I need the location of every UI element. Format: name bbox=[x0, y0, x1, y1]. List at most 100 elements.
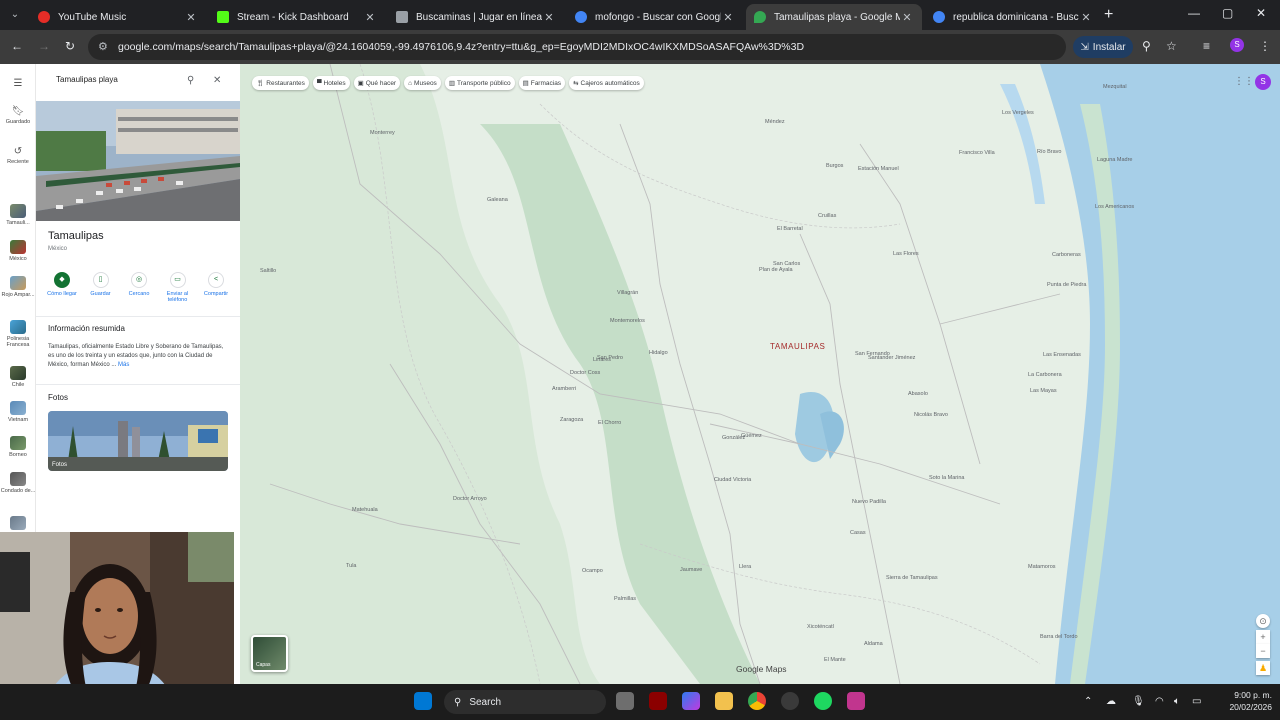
map-place-label[interactable]: Río Bravo bbox=[1037, 149, 1061, 155]
chip-museums[interactable]: ⌂ Museos bbox=[404, 76, 441, 90]
directions-button[interactable]: ◆ Cómo llegar bbox=[44, 272, 80, 312]
copilot-icon[interactable] bbox=[682, 692, 700, 710]
recent-place[interactable]: Polinesia Francesa bbox=[0, 320, 36, 348]
map-place-label[interactable]: Matamoros bbox=[1028, 564, 1056, 570]
map-place-label[interactable]: La Carbonera bbox=[1028, 372, 1062, 378]
chrome-icon[interactable] bbox=[748, 692, 766, 710]
map-place-label[interactable]: Palmillas bbox=[614, 596, 636, 602]
task-view-icon[interactable] bbox=[616, 692, 634, 710]
map-place-label[interactable]: Burgos bbox=[826, 163, 843, 169]
back-icon[interactable]: ← bbox=[11, 39, 23, 53]
chip-pharmacies[interactable]: ▤ Farmacias bbox=[518, 76, 566, 90]
map-place-label[interactable]: Hidalgo bbox=[649, 350, 668, 356]
chip-restaurants[interactable]: 🍴︎ Restaurantes bbox=[252, 76, 309, 90]
map-place-label[interactable]: Nicolás Bravo bbox=[914, 412, 948, 418]
close-tab-icon[interactable]: ✕ bbox=[184, 11, 198, 24]
recent-place[interactable]: Chile bbox=[0, 366, 36, 388]
map-place-label[interactable]: Aldama bbox=[864, 641, 883, 647]
windows-start-icon[interactable] bbox=[414, 692, 432, 710]
taskbar-search[interactable]: ⚲ Search bbox=[444, 690, 606, 714]
recent-place[interactable]: México bbox=[0, 240, 36, 262]
recent-place[interactable]: Condado de... bbox=[0, 472, 36, 494]
search-input[interactable] bbox=[56, 75, 176, 84]
recent-place[interactable]: Tamauli... bbox=[0, 204, 36, 226]
account-avatar[interactable]: S bbox=[1255, 74, 1271, 90]
onedrive-icon[interactable]: ☁ bbox=[1106, 696, 1116, 707]
illustrator-icon[interactable] bbox=[649, 692, 667, 710]
new-tab-icon[interactable]: + bbox=[1104, 6, 1113, 24]
chip-atms[interactable]: ⇆ Cajeros automáticos bbox=[569, 76, 644, 90]
map-place-label[interactable]: Santander Jiménez bbox=[868, 355, 915, 361]
install-app-button[interactable]: ⇲ Instalar bbox=[1073, 36, 1133, 58]
map-place-label[interactable]: Estación Manuel bbox=[858, 166, 899, 172]
forward-icon[interactable]: → bbox=[38, 39, 50, 53]
recent-place[interactable]: Borneo bbox=[0, 436, 36, 458]
map-place-label[interactable]: Ciudad Victoria bbox=[714, 477, 751, 483]
map-place-label[interactable]: Zaragoza bbox=[560, 417, 583, 423]
map-place-label[interactable]: San Pedro bbox=[597, 355, 623, 361]
rail-recent[interactable]: ↺ Reciente bbox=[0, 146, 36, 165]
reload-icon[interactable]: ↻ bbox=[65, 39, 75, 53]
map-place-label[interactable]: Aramberri bbox=[552, 386, 576, 392]
volume-icon[interactable]: 🔈︎ bbox=[1174, 696, 1180, 707]
tray-overflow-icon[interactable]: ⌃ bbox=[1084, 696, 1092, 707]
share-button[interactable]: < Compartir bbox=[198, 272, 234, 312]
profile-avatar[interactable]: S bbox=[1230, 38, 1244, 52]
map-place-label[interactable]: Galeana bbox=[487, 197, 508, 203]
menu-button[interactable]: ☰ bbox=[0, 78, 36, 91]
apps-grid-icon[interactable]: ⋮⋮ bbox=[1234, 76, 1254, 87]
map-place-label[interactable]: Laguna Madre bbox=[1097, 157, 1132, 163]
url-text[interactable]: google.com/maps/search/Tamaulipas+playa/… bbox=[118, 41, 804, 53]
tab-search-icon[interactable]: ⌄ bbox=[6, 6, 24, 24]
layers-button[interactable]: Capas bbox=[251, 635, 288, 672]
close-tab-icon[interactable]: ✕ bbox=[721, 11, 735, 24]
map-place-label[interactable]: Abasolo bbox=[908, 391, 928, 397]
map-place-label[interactable]: El Barretal bbox=[777, 226, 803, 232]
my-location-icon[interactable]: ⊙ bbox=[1256, 614, 1270, 628]
map-place-label[interactable]: Las Ensenadas bbox=[1043, 352, 1081, 358]
close-tab-icon[interactable]: ✕ bbox=[363, 11, 377, 24]
battery-icon[interactable]: ▭ bbox=[1192, 696, 1201, 707]
close-window-icon[interactable]: ✕ bbox=[1256, 6, 1266, 20]
tab-youtube-music[interactable]: YouTube Music ✕ bbox=[30, 4, 206, 30]
microphone-icon[interactable]: 🎙︎ bbox=[1132, 696, 1145, 707]
tab-buscaminas[interactable]: Buscaminas | Jugar en línea gra ✕ bbox=[388, 4, 564, 30]
map-place-label[interactable]: Soto la Marina bbox=[929, 475, 964, 481]
map-place-label[interactable]: Sierra de Tamaulipas bbox=[886, 575, 938, 581]
chip-things-to-do[interactable]: ▣ Qué hacer bbox=[353, 76, 401, 90]
site-info-icon[interactable]: ⚙ bbox=[98, 40, 108, 53]
rail-saved[interactable]: 🔖︎ Guardado bbox=[0, 106, 36, 125]
photos-thumbnail[interactable]: Fotos bbox=[48, 411, 228, 471]
place-hero-photo[interactable] bbox=[36, 101, 240, 221]
chip-transit[interactable]: ▥ Transporte público bbox=[444, 76, 515, 90]
map-place-label[interactable]: Las Mayas bbox=[1030, 388, 1057, 394]
pegman-icon[interactable]: ♟ bbox=[1256, 661, 1270, 675]
bookmark-star-icon[interactable]: ☆ bbox=[1166, 39, 1177, 53]
obs-icon[interactable] bbox=[781, 692, 799, 710]
map-place-label[interactable]: Los Vergeles bbox=[1002, 110, 1034, 116]
close-tab-icon[interactable]: ✕ bbox=[1079, 11, 1093, 24]
maximize-icon[interactable]: ▢ bbox=[1222, 6, 1233, 20]
map-place-label[interactable]: Doctor Coss bbox=[570, 370, 600, 376]
summary-more-link[interactable]: Más bbox=[118, 362, 129, 368]
zoom-icon[interactable]: ⚲ bbox=[1142, 39, 1151, 53]
map-place-label[interactable]: Tula bbox=[346, 563, 357, 569]
close-tab-icon[interactable]: ✕ bbox=[900, 11, 914, 24]
recent-place[interactable]: Vietnam bbox=[0, 401, 36, 423]
map-place-label[interactable]: Punta de Piedra bbox=[1047, 282, 1086, 288]
map-place-label[interactable]: Doctor Arroyo bbox=[453, 496, 487, 502]
wifi-icon[interactable]: ◠ bbox=[1155, 696, 1164, 707]
map-place-label[interactable]: El Chorro bbox=[598, 420, 621, 426]
file-explorer-icon[interactable] bbox=[715, 692, 733, 710]
map-place-label[interactable]: González bbox=[722, 435, 745, 441]
map-place-label[interactable]: Méndez bbox=[765, 119, 785, 125]
map-place-label[interactable]: Llera bbox=[739, 564, 751, 570]
map-place-label[interactable]: Casas bbox=[850, 530, 866, 536]
map-place-label[interactable]: Cruillas bbox=[818, 213, 836, 219]
clear-search-icon[interactable]: ✕ bbox=[213, 75, 221, 86]
search-icon[interactable]: ⚲ bbox=[187, 75, 194, 86]
map-place-label[interactable]: Plan de Ayala bbox=[759, 267, 793, 273]
zoom-out-button[interactable]: − bbox=[1256, 644, 1270, 658]
map-place-label[interactable]: Nuevo Padilla bbox=[852, 499, 886, 505]
address-bar[interactable]: ⚙ google.com/maps/search/Tamaulipas+play… bbox=[88, 34, 1066, 60]
